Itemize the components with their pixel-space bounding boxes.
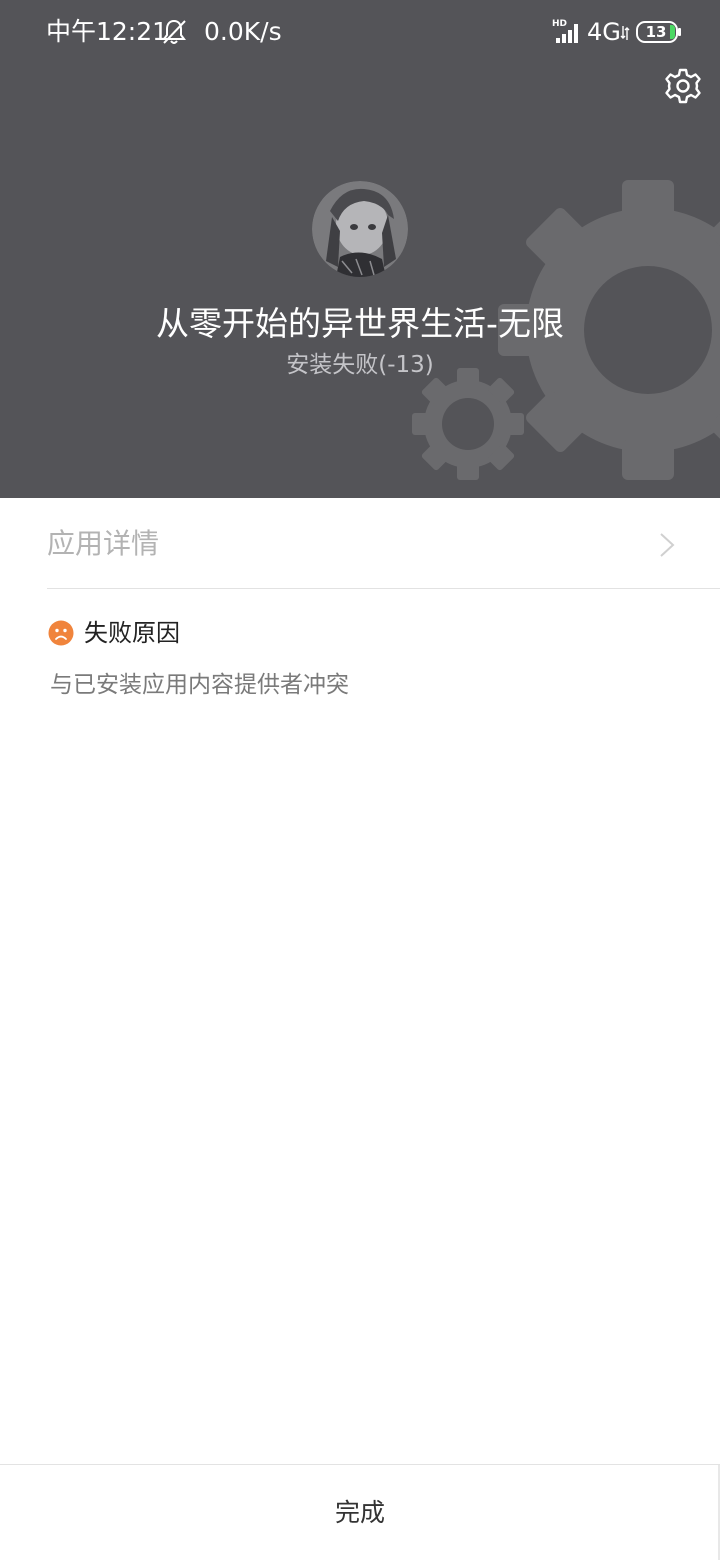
gear-icon[interactable] (664, 67, 702, 105)
status-network-type: 4G (587, 18, 621, 46)
footer-bar: 完成 (0, 1464, 720, 1560)
app-icon (312, 181, 408, 277)
chevron-right-icon (660, 533, 675, 557)
divider (47, 588, 720, 589)
failure-reason-title: 失败原因 (84, 619, 180, 647)
app-details-label: 应用详情 (47, 527, 160, 560)
failure-reason-message: 与已安装应用内容提供者冲突 (50, 672, 349, 698)
install-result-screen: 中午12:21 0.0K/s HD 4G 13 从零开始的异世界生活-无限 安装… (0, 0, 720, 1560)
hd-signal-icon: HD (552, 19, 578, 43)
done-button[interactable]: 完成 (0, 1465, 720, 1560)
battery-icon: 13 (636, 21, 682, 43)
header: 中午12:21 0.0K/s HD 4G 13 从零开始的异世界生活-无限 安装… (0, 0, 720, 498)
app-name: 从零开始的异世界生活-无限 (156, 304, 564, 343)
status-bar: 中午12:21 0.0K/s HD 4G 13 (0, 0, 720, 64)
install-status: 安装失败(-13) (286, 352, 434, 378)
status-net-speed: 0.0K/s (204, 17, 282, 46)
mute-bell-icon (162, 19, 186, 44)
status-time: 中午12:21 (46, 17, 169, 46)
data-arrows-icon (620, 26, 630, 40)
battery-level: 13 (645, 23, 667, 41)
sad-face-icon (48, 620, 74, 646)
app-details-row[interactable]: 应用详情 (0, 498, 720, 588)
svg-text:HD: HD (552, 19, 567, 29)
